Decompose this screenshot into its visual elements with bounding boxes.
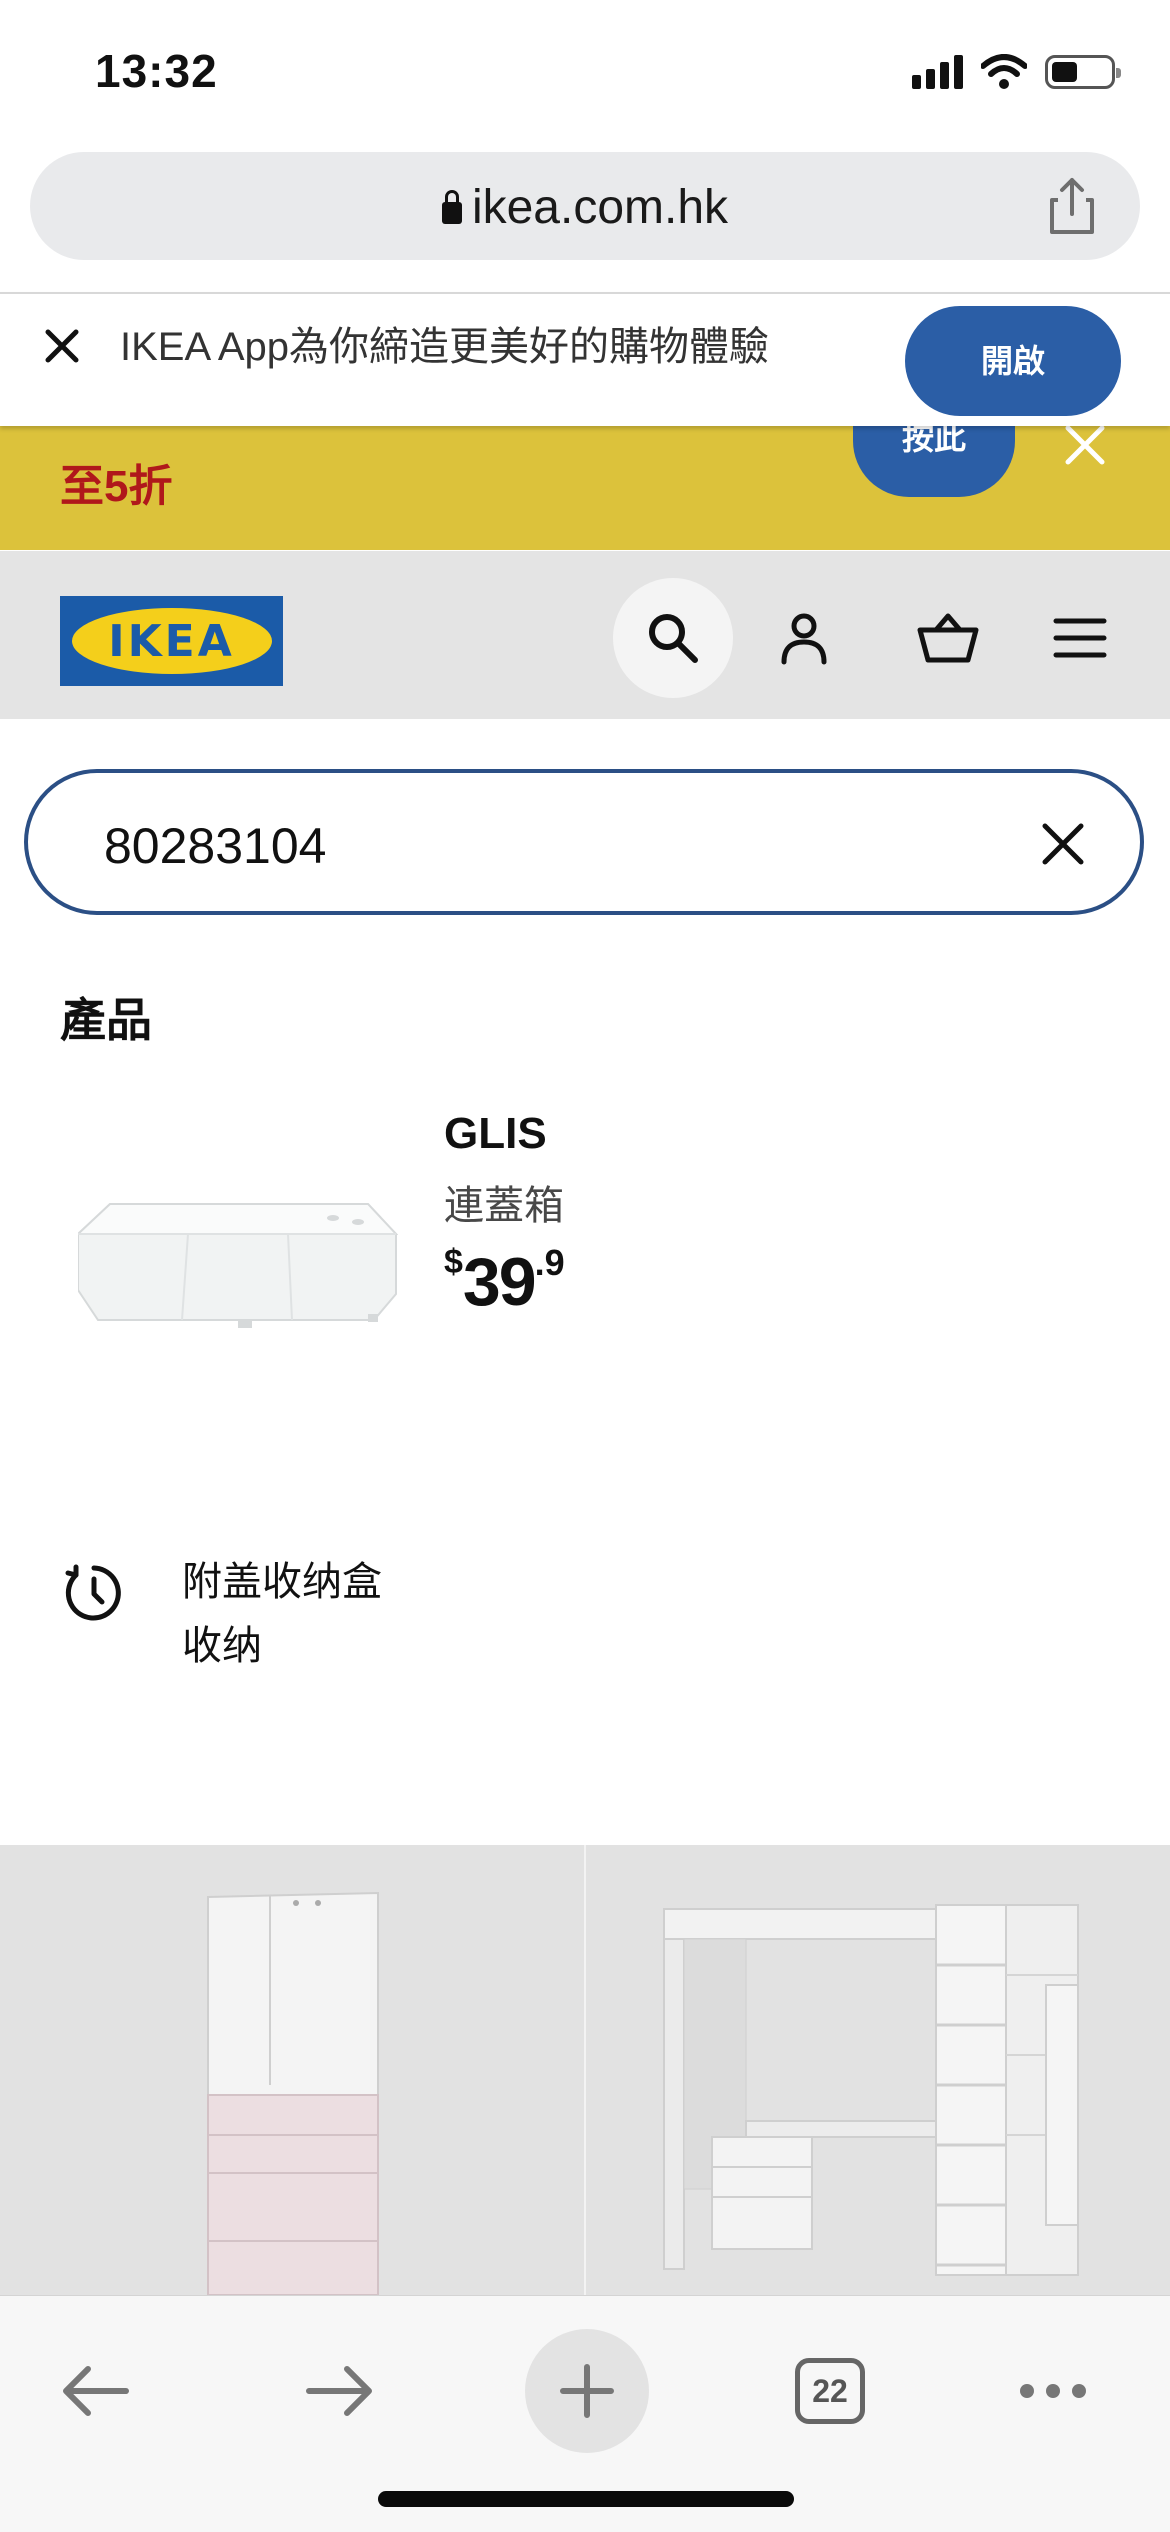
new-tab-button[interactable]	[525, 2329, 649, 2453]
search-button[interactable]	[613, 578, 733, 698]
history-line-1: 附盖收纳盒	[182, 1560, 382, 1604]
wifi-icon	[981, 54, 1027, 89]
account-button[interactable]	[744, 578, 864, 698]
promo-text: 至5折	[60, 462, 173, 511]
hamburger-menu-icon	[1053, 618, 1107, 658]
product-tiles	[0, 1845, 1170, 2296]
price-integer: 39	[462, 1244, 537, 1320]
price-currency: $	[444, 1243, 463, 1281]
tabs-button[interactable]: 22	[770, 2331, 890, 2451]
product-tile-wardrobe[interactable]	[0, 1845, 584, 2296]
product-tile-loft-bed[interactable]	[586, 1845, 1170, 2295]
ikea-logo[interactable]: IKEA	[60, 596, 283, 686]
product-type: 連蓋箱	[444, 1184, 564, 1228]
address-bar[interactable]: ikea.com.hk	[30, 152, 1140, 260]
open-app-button[interactable]: 開啟	[905, 306, 1121, 416]
forward-button[interactable]	[280, 2331, 400, 2451]
product-name[interactable]: GLIS	[444, 1109, 547, 1159]
loft-bed-image	[663, 1904, 1079, 2276]
share-icon[interactable]	[1044, 176, 1100, 236]
product-image[interactable]	[78, 1194, 398, 1334]
site-header: IKEA	[0, 551, 1170, 719]
search-input[interactable]: 80283104	[24, 769, 1144, 915]
more-dots-icon	[1020, 2384, 1086, 2398]
app-banner-text: IKEA App為你締造更美好的購物體驗	[120, 325, 770, 369]
cellular-signal-icon	[912, 55, 963, 89]
logo-text: IKEA	[108, 615, 235, 667]
close-icon[interactable]	[40, 324, 84, 368]
promo-close-icon[interactable]	[1060, 420, 1110, 470]
cart-button[interactable]	[888, 578, 1008, 698]
product-price: $39.9	[444, 1242, 565, 1321]
search-icon	[649, 614, 698, 663]
home-indicator	[378, 2491, 794, 2507]
search-history-item[interactable]: 附盖收纳盒 收纳	[0, 1549, 1170, 1689]
lock-icon	[441, 190, 462, 224]
product-result[interactable]: GLIS 連蓋箱 $39.9	[0, 1099, 1170, 1349]
more-button[interactable]	[993, 2331, 1113, 2451]
tab-count: 22	[795, 2358, 865, 2424]
status-time: 13:32	[95, 45, 218, 97]
url-text: ikea.com.hk	[471, 181, 729, 234]
status-bar: 13:32	[0, 0, 1170, 150]
back-button[interactable]	[35, 2331, 155, 2451]
app-banner: IKEA App為你締造更美好的購物體驗 開啟	[0, 292, 1170, 426]
history-icon	[65, 1564, 121, 1621]
clear-search-icon[interactable]	[1038, 819, 1088, 869]
history-line-2: 收纳	[182, 1624, 262, 1668]
search-panel: 80283104 產品 GLIS 連蓋箱 $39.9 附盖收纳盒 收纳	[0, 719, 1170, 1845]
menu-button[interactable]	[1020, 578, 1140, 698]
arrow-left-icon	[63, 2366, 129, 2416]
wardrobe-image	[207, 1891, 379, 2296]
status-icons	[912, 52, 1121, 92]
section-title: 產品	[60, 994, 152, 1046]
user-icon	[781, 613, 827, 665]
url-display[interactable]: ikea.com.hk	[30, 180, 1140, 235]
plus-icon	[560, 2364, 614, 2418]
price-decimal: .9	[534, 1242, 565, 1283]
basket-icon	[917, 613, 979, 663]
arrow-right-icon	[306, 2366, 372, 2416]
search-value[interactable]: 80283104	[104, 817, 326, 875]
battery-icon	[1045, 55, 1121, 89]
